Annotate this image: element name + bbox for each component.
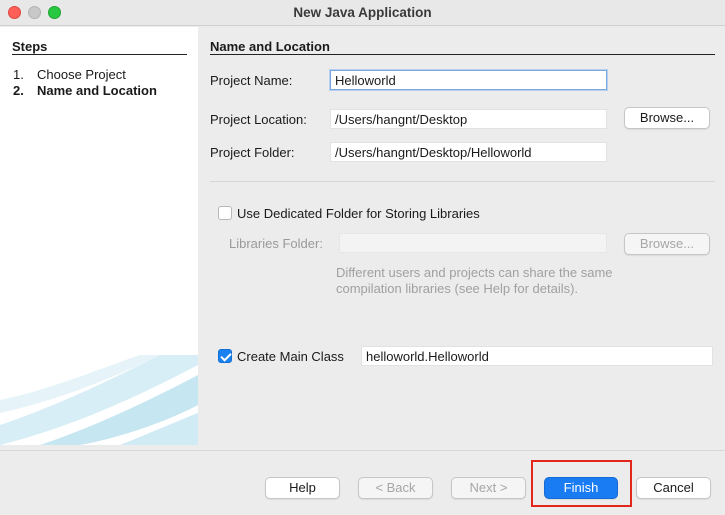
project-location-input[interactable]: /Users/hangnt/Desktop <box>330 109 607 129</box>
title-bar: New Java Application <box>0 0 725 26</box>
step-name-and-location: 2. Name and Location <box>13 83 157 98</box>
project-name-input[interactable]: Helloworld <box>330 70 607 90</box>
create-main-class-label: Create Main Class <box>237 349 344 364</box>
create-main-class-checkbox[interactable] <box>218 349 232 363</box>
dedicated-folder-checkbox[interactable] <box>218 206 232 220</box>
section-divider <box>210 54 715 55</box>
steps-panel: Steps 1. Choose Project 2. Name and Locati… <box>0 27 198 445</box>
section-title: Name and Location <box>210 39 330 54</box>
libraries-hint-text: Different users and projects can share t… <box>336 265 613 296</box>
cancel-button[interactable]: Cancel <box>636 477 711 499</box>
main-panel: Name and Location Project Name: Hellowor… <box>198 27 725 445</box>
dedicated-folder-label: Use Dedicated Folder for Storing Librari… <box>237 206 480 221</box>
browse-location-button[interactable]: Browse... <box>624 107 710 129</box>
step-number: 1. <box>13 67 24 82</box>
finish-highlight-box <box>531 460 632 507</box>
step-number: 2. <box>13 83 24 98</box>
decorative-swoosh-graphic <box>0 355 198 445</box>
help-button[interactable]: Help <box>265 477 340 499</box>
project-location-label: Project Location: <box>210 112 307 127</box>
main-class-input[interactable]: helloworld.Helloworld <box>361 346 713 366</box>
project-folder-label: Project Folder: <box>210 145 295 160</box>
button-bar: Help < Back Next > Finish Cancel <box>0 450 725 515</box>
step-label: Choose Project <box>37 67 126 82</box>
separator <box>210 181 715 182</box>
step-label: Name and Location <box>37 83 157 98</box>
browse-libraries-button[interactable]: Browse... <box>624 233 710 255</box>
libraries-folder-label: Libraries Folder: <box>229 236 323 251</box>
steps-title: Steps <box>12 39 48 54</box>
libraries-folder-input[interactable] <box>339 233 607 253</box>
project-folder-input: /Users/hangnt/Desktop/Helloworld <box>330 142 607 162</box>
next-button[interactable]: Next > <box>451 477 526 499</box>
step-choose-project: 1. Choose Project <box>13 67 126 82</box>
steps-divider <box>12 54 187 55</box>
window-title: New Java Application <box>293 5 432 20</box>
project-name-label: Project Name: <box>210 73 293 88</box>
back-button[interactable]: < Back <box>358 477 433 499</box>
